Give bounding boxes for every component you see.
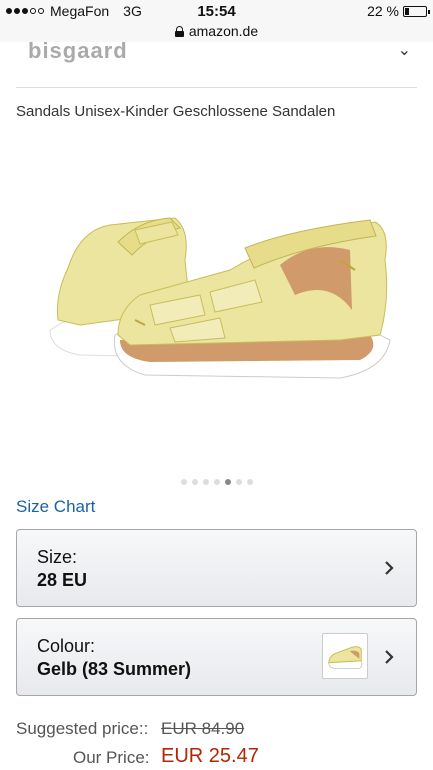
carousel-dot[interactable] bbox=[246, 479, 253, 485]
chevron-down-icon: ⌄ bbox=[397, 42, 411, 59]
colour-label: Colour: bbox=[37, 636, 96, 656]
product-image[interactable] bbox=[40, 200, 400, 400]
product-title: Sandals Unisex-Kinder Geschlossene Sanda… bbox=[16, 103, 336, 120]
colour-value: Gelb (83 Summer) bbox=[37, 659, 192, 679]
carousel-dot[interactable] bbox=[191, 479, 198, 485]
our-price-value: EUR 25.47 bbox=[161, 745, 259, 767]
chevron-right-icon bbox=[385, 650, 394, 664]
lock-icon bbox=[174, 25, 184, 37]
battery-icon bbox=[403, 5, 430, 17]
chevron-right-icon bbox=[385, 561, 394, 575]
carousel-dot[interactable] bbox=[213, 479, 220, 485]
address-bar[interactable]: amazon.de bbox=[0, 22, 433, 42]
image-carousel-dots[interactable] bbox=[0, 479, 433, 485]
brand-logo: bisgaard bbox=[28, 42, 128, 63]
colour-selector[interactable]: Colour: Gelb (83 Summer) bbox=[16, 618, 417, 696]
carousel-dot[interactable] bbox=[180, 479, 187, 485]
url-text: amazon.de bbox=[188, 23, 259, 39]
carousel-dot[interactable] bbox=[235, 479, 242, 485]
carousel-dot[interactable] bbox=[224, 479, 231, 485]
status-bar: MegaFon 3G 15:54 22 % bbox=[0, 0, 433, 22]
colour-swatch-thumbnail[interactable] bbox=[322, 633, 368, 679]
size-label: Size: bbox=[37, 547, 78, 567]
brand-header[interactable]: bisgaard ⌄ bbox=[16, 42, 417, 88]
size-value: 28 EU bbox=[37, 570, 88, 590]
status-right: 22 % bbox=[367, 3, 430, 19]
battery-percent: 22 % bbox=[367, 3, 399, 19]
our-price-label: Our Price: bbox=[73, 748, 150, 767]
suggested-price-label: Suggested price:: bbox=[16, 719, 149, 738]
size-selector[interactable]: Size: 28 EU bbox=[16, 529, 417, 607]
size-chart-link[interactable]: Size Chart bbox=[16, 497, 95, 517]
carousel-dot[interactable] bbox=[202, 479, 209, 485]
suggested-price-value: EUR 84.90 bbox=[161, 719, 245, 738]
